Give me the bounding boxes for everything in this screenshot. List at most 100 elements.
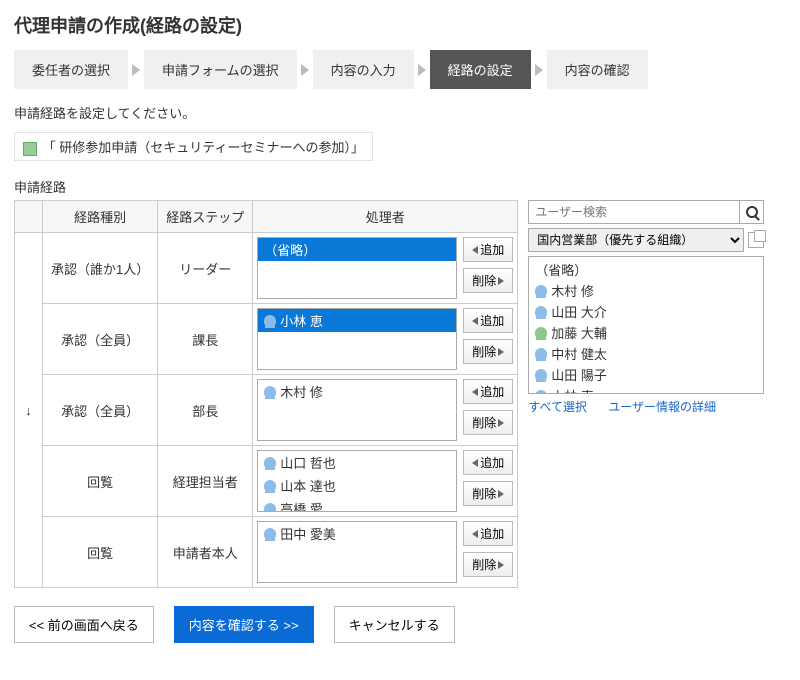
chevron-right-icon: [535, 64, 543, 76]
user-icon: [264, 386, 276, 398]
form-icon: [23, 142, 37, 156]
user-item[interactable]: 中村 健太: [533, 343, 759, 364]
org-select[interactable]: 国内営業部（優先する組織）: [528, 228, 744, 252]
processor-list[interactable]: 木村 修: [257, 379, 457, 441]
processor-list[interactable]: 山口 哲也山本 達也高橋 愛: [257, 450, 457, 512]
col-type: 経路種別: [43, 201, 158, 233]
user-icon: [535, 306, 547, 318]
table-row: 回覧経理担当者山口 哲也山本 達也高橋 愛追加削除: [15, 446, 518, 517]
remove-button[interactable]: 削除: [463, 268, 513, 293]
step-2: 内容の入力: [313, 50, 414, 89]
org-popup-button[interactable]: [748, 232, 764, 248]
search-button[interactable]: [739, 201, 763, 223]
triangle-right-icon: [498, 490, 504, 498]
table-row: 承認（全員）部長木村 修追加削除: [15, 375, 518, 446]
processor-cell: 木村 修追加削除: [253, 375, 518, 446]
user-item[interactable]: （省略）: [533, 259, 759, 280]
triangle-left-icon: [472, 530, 478, 538]
col-proc: 処理者: [253, 201, 518, 233]
cancel-button[interactable]: キャンセルする: [334, 606, 455, 643]
step-1: 申請フォームの選択: [144, 50, 297, 89]
route-step: 経理担当者: [158, 446, 253, 517]
footer-buttons: << 前の画面へ戻る 内容を確認する >> キャンセルする: [14, 606, 786, 643]
route-table: 経路種別 経路ステップ 処理者 ↓承認（誰か1人）リーダー（省略）追加削除承認（…: [14, 200, 518, 588]
user-icon: [535, 327, 547, 339]
search-input[interactable]: [529, 201, 739, 223]
table-row: 回覧申請者本人田中 愛美追加削除: [15, 517, 518, 588]
triangle-right-icon: [498, 419, 504, 427]
processor-item[interactable]: （省略）: [258, 238, 456, 261]
processor-item[interactable]: 山口 哲也: [258, 451, 456, 474]
triangle-left-icon: [472, 246, 478, 254]
user-icon: [535, 390, 547, 395]
route-type: 承認（誰か1人）: [43, 233, 158, 304]
user-icon: [535, 348, 547, 360]
chevron-right-icon: [132, 64, 140, 76]
form-name-text: 「 研修参加申請（セキュリティーセミナーへの参加）」: [43, 140, 364, 155]
user-item[interactable]: 小林 恵: [533, 385, 759, 394]
form-name-box: 「 研修参加申請（セキュリティーセミナーへの参加）」: [14, 132, 373, 161]
user-item[interactable]: 加藤 大輔: [533, 322, 759, 343]
user-icon: [535, 285, 547, 297]
user-item[interactable]: 木村 修: [533, 280, 759, 301]
step-3: 経路の設定: [430, 50, 531, 89]
user-icon: [535, 369, 547, 381]
processor-item[interactable]: 小林 恵: [258, 309, 456, 332]
table-row: ↓承認（誰か1人）リーダー（省略）追加削除: [15, 233, 518, 304]
route-type: 回覧: [43, 446, 158, 517]
user-picker: 国内営業部（優先する組織） （省略）木村 修山田 大介加藤 大輔中村 健太山田 …: [528, 200, 764, 415]
processor-item[interactable]: 木村 修: [258, 380, 456, 403]
confirm-button[interactable]: 内容を確認する >>: [174, 606, 314, 643]
user-item[interactable]: 山田 陽子: [533, 364, 759, 385]
processor-cell: 小林 恵追加削除: [253, 304, 518, 375]
user-item[interactable]: 山田 大介: [533, 301, 759, 322]
step-4: 内容の確認: [547, 50, 648, 89]
user-icon: [264, 457, 276, 469]
route-section-label: 申請経路: [14, 177, 786, 196]
remove-button[interactable]: 削除: [463, 339, 513, 364]
page-title: 代理申請の作成(経路の設定): [14, 12, 786, 38]
route-type: 回覧: [43, 517, 158, 588]
route-step: リーダー: [158, 233, 253, 304]
table-row: 承認（全員）課長小林 恵追加削除: [15, 304, 518, 375]
processor-cell: 山口 哲也山本 達也高橋 愛追加削除: [253, 446, 518, 517]
route-type: 承認（全員）: [43, 375, 158, 446]
add-button[interactable]: 追加: [463, 379, 513, 404]
user-icon: [264, 480, 276, 492]
processor-item[interactable]: 田中 愛美: [258, 522, 456, 545]
processor-list[interactable]: 小林 恵: [257, 308, 457, 370]
triangle-left-icon: [472, 388, 478, 396]
route-type: 承認（全員）: [43, 304, 158, 375]
instruction-text: 申請経路を設定してください。: [14, 103, 786, 122]
add-button[interactable]: 追加: [463, 237, 513, 262]
chevron-right-icon: [418, 64, 426, 76]
triangle-right-icon: [498, 277, 504, 285]
processor-list[interactable]: 田中 愛美: [257, 521, 457, 583]
add-button[interactable]: 追加: [463, 521, 513, 546]
triangle-right-icon: [498, 348, 504, 356]
remove-button[interactable]: 削除: [463, 552, 513, 577]
remove-button[interactable]: 削除: [463, 481, 513, 506]
processor-list[interactable]: （省略）: [257, 237, 457, 299]
processor-item[interactable]: 山本 達也: [258, 474, 456, 497]
search-box: [528, 200, 764, 224]
select-all-link[interactable]: すべて選択: [528, 400, 587, 414]
processor-cell: 田中 愛美追加削除: [253, 517, 518, 588]
user-detail-link[interactable]: ユーザー情報の詳細: [608, 400, 716, 414]
remove-button[interactable]: 削除: [463, 410, 513, 435]
user-icon: [264, 503, 276, 513]
add-button[interactable]: 追加: [463, 450, 513, 475]
progress-steps: 委任者の選択申請フォームの選択内容の入力経路の設定内容の確認: [14, 50, 786, 89]
search-icon: [746, 206, 758, 218]
triangle-left-icon: [472, 459, 478, 467]
route-step: 課長: [158, 304, 253, 375]
add-button[interactable]: 追加: [463, 308, 513, 333]
col-step: 経路ステップ: [158, 201, 253, 233]
back-button[interactable]: << 前の画面へ戻る: [14, 606, 154, 643]
user-list[interactable]: （省略）木村 修山田 大介加藤 大輔中村 健太山田 陽子小林 恵: [528, 256, 764, 394]
step-0: 委任者の選択: [14, 50, 128, 89]
user-icon: [264, 315, 276, 327]
route-step: 部長: [158, 375, 253, 446]
processor-item[interactable]: 高橋 愛: [258, 497, 456, 512]
processor-cell: （省略） 追加削除: [253, 233, 518, 304]
